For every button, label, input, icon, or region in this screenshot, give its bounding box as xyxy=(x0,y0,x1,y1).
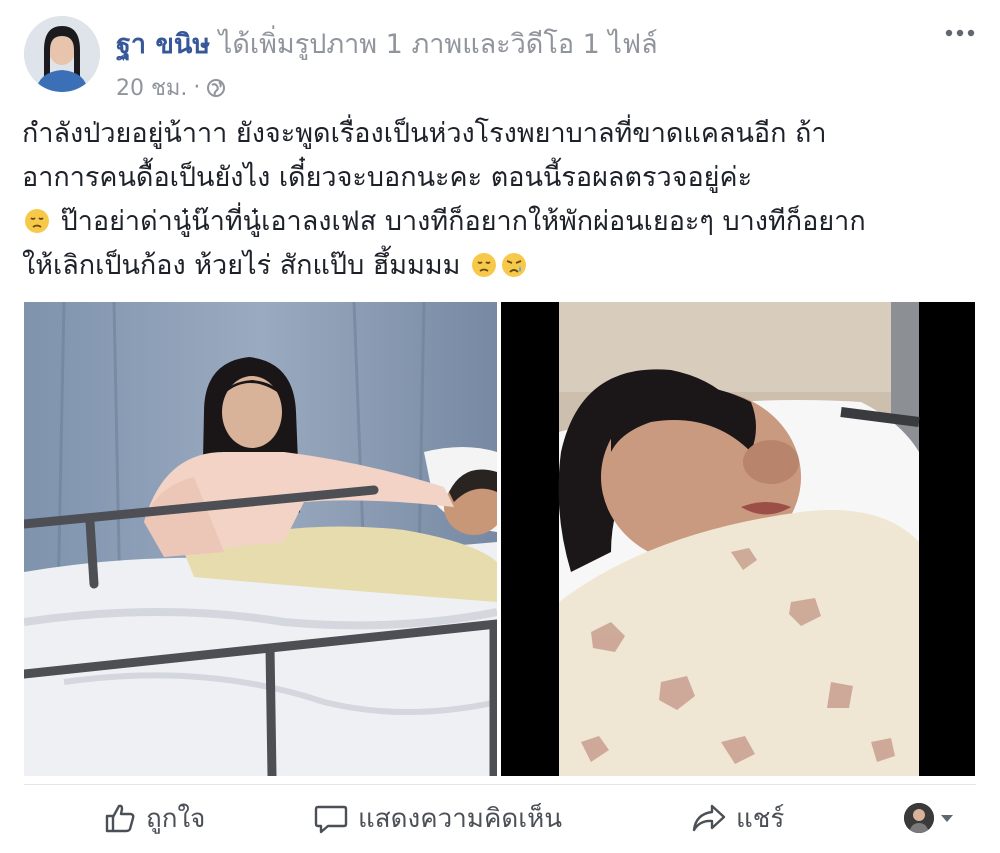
post-meta: 20 ชม. · xyxy=(116,70,226,105)
disappointed-face-icon xyxy=(23,205,51,233)
comment-label: แสดงความคิดเห็น xyxy=(358,803,563,834)
like-button[interactable]: ถูกใจ xyxy=(104,800,205,836)
author-name-link[interactable]: ฐา ขนิษ xyxy=(116,29,210,60)
post-video[interactable] xyxy=(501,302,975,776)
share-arrow-icon xyxy=(692,804,726,832)
action-bar-divider xyxy=(24,784,976,785)
crying-face-icon xyxy=(500,249,528,277)
post-text-line: กำลังป่วยอยู่น้าาา ยังจะพูดเรื่องเป็นห่ว… xyxy=(22,118,827,149)
comment-button[interactable]: แสดงความคิดเห็น xyxy=(314,800,562,836)
thumbs-up-icon xyxy=(105,804,135,833)
disappointed-face-icon xyxy=(470,249,498,277)
post-as-selector[interactable] xyxy=(904,800,954,836)
post-options-button[interactable] xyxy=(942,22,978,44)
author-avatar[interactable] xyxy=(24,16,100,92)
post-text-line: ป๊าอย่าด่านู๋น๊าที่นู๋เอาลงเฟส บางทีก็อย… xyxy=(60,206,866,237)
post-body: กำลังป่วยอยู่น้าาา ยังจะพูดเรื่องเป็นห่ว… xyxy=(22,112,982,288)
share-label: แชร์ xyxy=(736,803,785,834)
post-text-line: ให้เลิกเป็นก้อง ห้วยไร่ สักแป๊บ ฮึ้มมมม xyxy=(22,250,461,281)
viewer-avatar xyxy=(904,803,934,833)
globe-icon xyxy=(206,78,226,98)
post-text-line-with-emoji: ป๊าอย่าด่านู๋น๊าที่นู๋เอาลงเฟส บางทีก็อย… xyxy=(22,200,982,244)
meta-separator: · xyxy=(193,75,201,100)
comment-bubble-icon xyxy=(314,805,348,834)
post-text-line-with-emoji: ให้เลิกเป็นก้อง ห้วยไร่ สักแป๊บ ฮึ้มมมม xyxy=(22,244,982,288)
post-action-text: ได้เพิ่มรูปภาพ 1 ภาพและวิดีโอ 1 ไฟล์ xyxy=(218,29,658,60)
post-photo[interactable] xyxy=(24,302,497,776)
post-text-line: อาการคนดื้อเป็นยังไง เดี๋ยวจะบอกนะคะ ตอน… xyxy=(22,162,753,193)
feed-post: ฐา ขนิษ ได้เพิ่มรูปภาพ 1 ภาพและวิดีโอ 1 … xyxy=(0,0,1000,853)
share-button[interactable]: แชร์ xyxy=(692,800,784,836)
post-timestamp[interactable]: 20 ชม. xyxy=(116,70,187,105)
caret-down-icon xyxy=(941,815,953,822)
more-dots-icon xyxy=(945,29,975,37)
like-label: ถูกใจ xyxy=(146,803,206,834)
post-header: ฐา ขนิษ ได้เพิ่มรูปภาพ 1 ภาพและวิดีโอ 1 … xyxy=(116,22,658,65)
